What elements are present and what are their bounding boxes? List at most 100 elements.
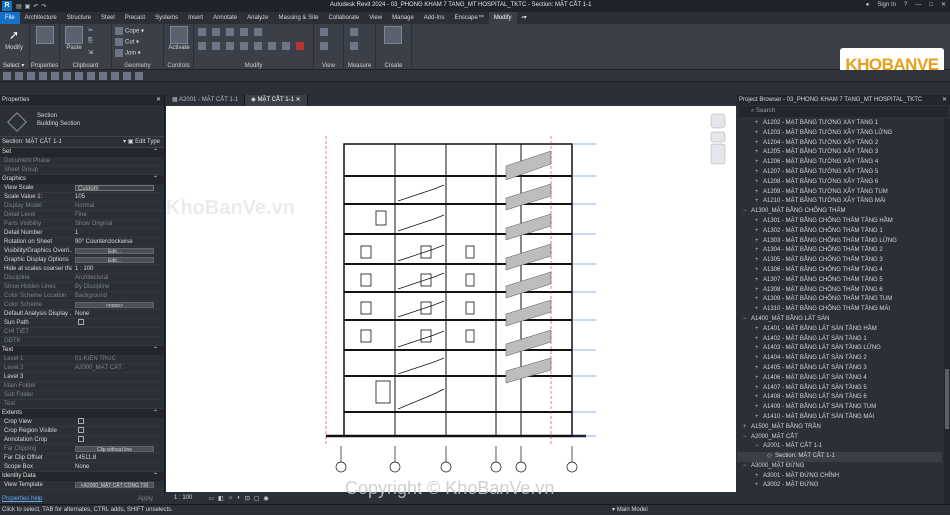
open-file-icon[interactable] [3, 71, 11, 80]
rotate-icon[interactable] [226, 42, 236, 50]
browser-tree-item[interactable]: + A1405 - MẶT BẰNG LÁT SÀN TẦNG 3 [737, 364, 942, 374]
undo-icon[interactable]: ↶ [33, 3, 38, 10]
tab-annotate[interactable]: Annotate [208, 12, 242, 24]
scrollbar-thumb[interactable] [945, 369, 949, 429]
expand-toggle-icon[interactable]: + [755, 384, 763, 394]
hide-isolate-icon[interactable]: ◉ [264, 495, 269, 502]
param-value[interactable] [72, 400, 164, 408]
far-clipping-button[interactable]: Clip without line [75, 446, 154, 453]
expand-toggle-icon[interactable]: + [755, 295, 763, 305]
browser-tree-item[interactable]: + A1404 - MẶT BẰNG LÁT SÀN TẦNG 2 [737, 354, 942, 364]
browser-tree-item[interactable]: − A1300_MẶT BẰNG CHỐNG THẤM [737, 207, 942, 217]
join-button[interactable]: Join ▾ [115, 49, 141, 57]
scale-icon[interactable] [268, 42, 278, 50]
param-value[interactable] [72, 157, 164, 165]
expand-toggle-icon[interactable]: − [743, 462, 751, 472]
thin-lines-icon[interactable] [111, 71, 119, 80]
param-value[interactable]: 1 [72, 229, 164, 237]
browser-tree-item[interactable]: + A1410 - MẶT BẰNG LÁT SÀN TẦNG MÁI [737, 413, 942, 423]
match-icon[interactable]: ⇲ [88, 49, 93, 56]
tab-toggle-icon[interactable]: ▪▾ [517, 12, 532, 24]
pin-icon[interactable] [282, 42, 292, 50]
param-value[interactable] [72, 391, 164, 399]
crop-region-visible-checkbox[interactable] [78, 427, 84, 434]
tab-manage[interactable]: Manage [387, 12, 419, 24]
expand-toggle-icon[interactable]: + [755, 237, 763, 247]
expand-toggle-icon[interactable]: + [743, 423, 751, 433]
sun-path-checkbox[interactable] [78, 319, 84, 326]
expand-toggle-icon[interactable]: + [755, 197, 763, 207]
expand-toggle-icon[interactable]: + [755, 344, 763, 354]
expand-toggle-icon[interactable]: + [755, 364, 763, 374]
browser-tree-item[interactable]: + A1308 - MẶT BẰNG CHỐNG THẤM TẦNG 6 [737, 286, 942, 296]
measure-icon[interactable] [350, 28, 360, 36]
paste-button[interactable]: Paste [63, 26, 85, 51]
param-value[interactable] [72, 328, 164, 336]
expand-toggle-icon[interactable]: + [755, 403, 763, 413]
expand-toggle-icon[interactable]: + [755, 168, 763, 178]
param-value[interactable]: 01-KIẾN TRÚC [72, 355, 164, 363]
expand-toggle-icon[interactable]: + [755, 393, 763, 403]
tab-file[interactable]: File [0, 12, 20, 24]
activate-button[interactable]: Activate [168, 26, 190, 51]
expand-toggle-icon[interactable]: − [755, 442, 763, 452]
browser-tree-item[interactable]: − A2001 - MẶT CẮT 1-1 [737, 442, 942, 452]
cope-button[interactable]: Cope ▾ [115, 27, 144, 35]
cut-icon[interactable]: ✂ [88, 27, 93, 34]
delete-icon[interactable] [296, 42, 306, 50]
group-identity[interactable]: Identity Data ⌃ [0, 472, 164, 481]
browser-search-input[interactable]: ⌕ Search [739, 106, 948, 117]
align-icon[interactable] [198, 28, 208, 36]
browser-tree-item[interactable]: + A1309 - MẶT BẰNG CHỐNG THẤM TẦNG TUM [737, 295, 942, 305]
mirror-icon[interactable] [226, 28, 236, 36]
param-value[interactable]: Fine [72, 211, 164, 219]
browser-tree-item[interactable]: + A1310 - MẶT BẰNG CHỐNG THẤM TẦNG MÁI [737, 305, 942, 315]
param-value[interactable] [72, 166, 164, 174]
properties-button[interactable] [34, 26, 56, 45]
undo-tool-icon[interactable] [27, 71, 35, 80]
browser-tree-item[interactable]: + A1500_MẶT BẰNG TRẦN [737, 423, 942, 433]
switch-windows-icon[interactable] [135, 71, 143, 80]
expand-toggle-icon[interactable]: + [755, 276, 763, 286]
expand-toggle-icon[interactable]: + [755, 335, 763, 345]
expand-toggle-icon[interactable]: + [755, 256, 763, 266]
user-icon[interactable]: ● [866, 2, 870, 8]
param-value[interactable]: A2000_MẶT CẮT [72, 364, 164, 372]
tab-analyze[interactable]: Analyze [242, 12, 273, 24]
modify-button[interactable]: ➚ Modify [3, 26, 25, 51]
edit-type-button[interactable]: ▾ ▣ Edit Type [123, 137, 160, 148]
expand-toggle-icon[interactable]: + [755, 305, 763, 315]
hide-icon[interactable] [320, 28, 330, 36]
expand-toggle-icon[interactable]: + [755, 354, 763, 364]
expand-toggle-icon[interactable]: + [755, 266, 763, 276]
browser-tree-item[interactable]: + A1406 - MẶT BẰNG LÁT SÀN TẦNG 4 [737, 374, 942, 384]
browser-tree-item[interactable]: + A1409 - MẶT BẰNG LÁT SÀN TẦNG TUM [737, 403, 942, 413]
group-text[interactable]: Text ⌃ [0, 346, 164, 355]
instance-selector[interactable]: Section: MẶT CẮT 1-1 ▾ ▣ Edit Type [0, 137, 164, 148]
sign-in-link[interactable]: Sign In [877, 2, 896, 8]
expand-toggle-icon[interactable]: − [743, 207, 751, 217]
expand-toggle-icon[interactable]: + [755, 217, 763, 227]
expand-toggle-icon[interactable]: + [755, 188, 763, 198]
tab-collaborate[interactable]: Collaborate [324, 12, 365, 24]
browser-tree-item[interactable]: + A1202 - MẶT BẰNG TƯỜNG XÂY TẦNG 1 [737, 119, 942, 129]
measure-tool-icon[interactable] [63, 71, 71, 80]
move-icon[interactable] [198, 42, 208, 50]
detail-level-icon[interactable]: ▭ [208, 495, 214, 502]
tab-precast[interactable]: Precast [120, 12, 150, 24]
cut-button[interactable]: Cut ▾ [115, 38, 139, 46]
browser-tree-item[interactable]: − A2000_MẶT CẮT [737, 433, 942, 443]
override-icon[interactable] [320, 42, 330, 50]
view-scale-dropdown[interactable]: Custom [75, 185, 154, 192]
expand-toggle-icon[interactable]: + [755, 413, 763, 423]
param-value[interactable]: 90° Counterclockwise [72, 238, 164, 246]
dimension-icon[interactable] [350, 42, 360, 50]
param-value[interactable]: Show Original [72, 220, 164, 228]
annotation-crop-checkbox[interactable] [78, 436, 84, 443]
open-icon[interactable]: ▤ [16, 3, 22, 10]
browser-tree-item[interactable]: + A1301 - MẶT BẰNG CHỐNG THẤM TẦNG HẦM [737, 217, 942, 227]
close-icon[interactable]: ✕ [942, 95, 947, 105]
maximize-button[interactable]: □ [929, 2, 933, 8]
expand-toggle-icon[interactable]: + [755, 472, 763, 482]
redo-tool-icon[interactable] [39, 71, 47, 80]
